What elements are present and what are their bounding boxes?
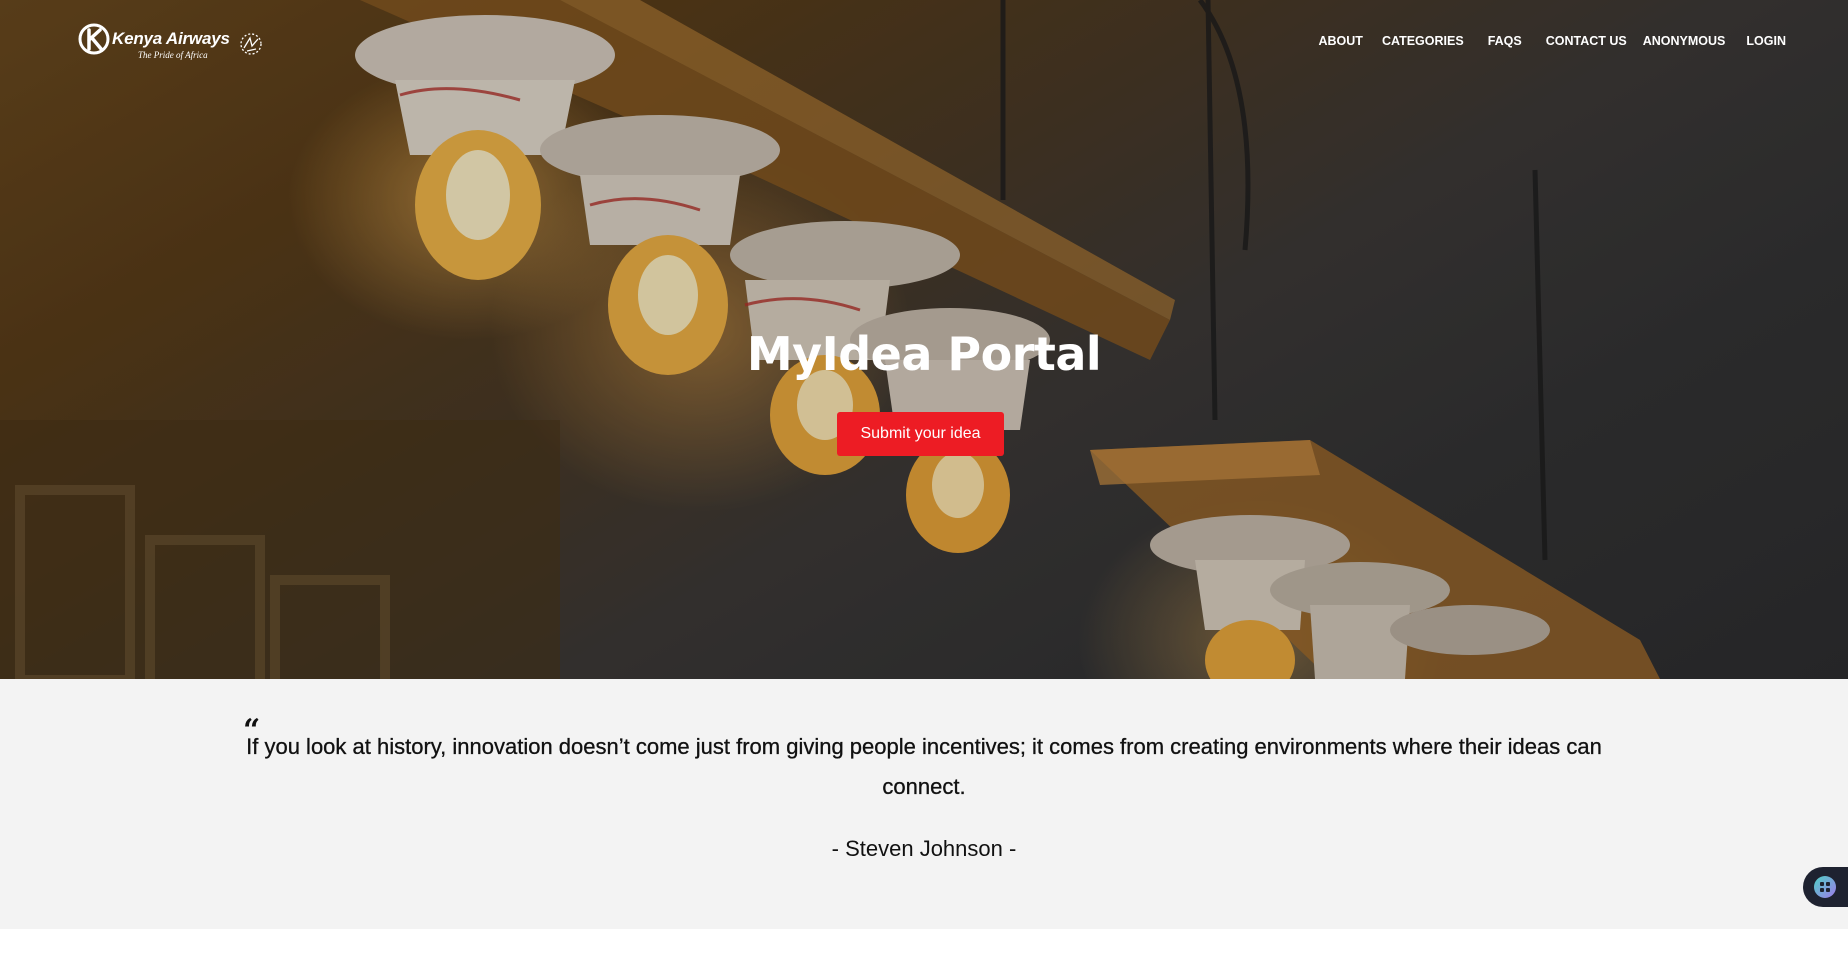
main-navigation: ABOUT CATEGORIES FAQS CONTACT US ANONYMO… xyxy=(1319,34,1787,48)
page-content-start xyxy=(0,929,1848,968)
chat-widget-button[interactable] xyxy=(1803,867,1848,907)
quote-section: “ If you look at history, innovation doe… xyxy=(0,679,1848,929)
kenya-airways-k-icon xyxy=(78,23,110,55)
chat-widget-icon xyxy=(1814,876,1836,898)
quote-text: If you look at history, innovation doesn… xyxy=(246,734,1602,799)
submit-idea-button[interactable]: Submit your idea xyxy=(837,412,1004,456)
nav-login[interactable]: LOGIN xyxy=(1746,34,1786,48)
hero-section: Kenya Airways The Pride of Africa ABOUT … xyxy=(0,0,1848,679)
nav-contact-us[interactable]: CONTACT US xyxy=(1546,34,1627,48)
quote-author: - Steven Johnson - xyxy=(831,836,1017,861)
brand-name: Kenya Airways xyxy=(112,29,230,48)
nav-about[interactable]: ABOUT xyxy=(1319,34,1363,48)
nav-categories[interactable]: CATEGORIES xyxy=(1382,34,1464,48)
nav-anonymous[interactable]: ANONYMOUS xyxy=(1643,34,1726,48)
nav-faqs[interactable]: FAQS xyxy=(1488,34,1522,48)
kenya-airways-logo[interactable]: Kenya Airways The Pride of Africa xyxy=(78,22,268,66)
crane-emblem-icon xyxy=(240,33,262,55)
brand-tagline: The Pride of Africa xyxy=(138,50,208,60)
hero-title: MyIdea Portal xyxy=(746,327,1102,381)
